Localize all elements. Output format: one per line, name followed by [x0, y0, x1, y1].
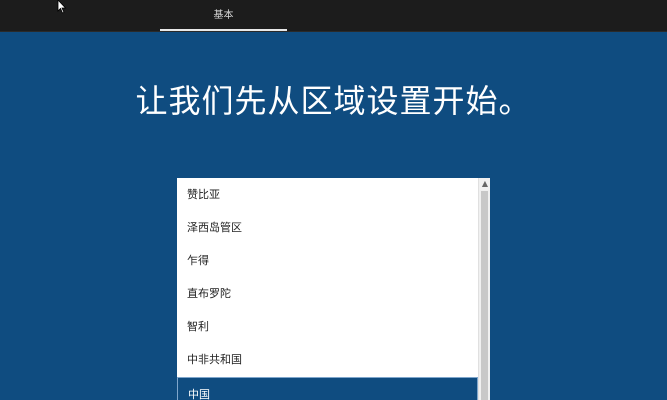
list-item-central-african-republic[interactable]: 中非共和国 [177, 343, 478, 376]
list-item-china-selected[interactable]: 中国 [177, 377, 478, 400]
tab-basic[interactable]: 基本 [160, 0, 287, 31]
list-scrollbar[interactable]: ▲ [478, 178, 490, 400]
tab-active-indicator [160, 29, 287, 31]
region-list[interactable]: 赞比亚 泽西岛管区 乍得 直布罗陀 智利 中非共和国 中国 ▲ [177, 178, 490, 400]
list-item-jersey[interactable]: 泽西岛管区 [177, 211, 478, 244]
list-item-zambia[interactable]: 赞比亚 [177, 178, 478, 211]
list-item-chad[interactable]: 乍得 [177, 244, 478, 277]
list-item-chile[interactable]: 智利 [177, 310, 478, 343]
tab-basic-label: 基本 [213, 10, 234, 21]
scroll-up-arrow-icon[interactable]: ▲ [479, 178, 490, 190]
list-item-gibraltar[interactable]: 直布罗陀 [177, 277, 478, 310]
page-title: 让我们先从区域设置开始。 [135, 82, 532, 120]
scrollbar-thumb[interactable] [481, 191, 488, 400]
top-bar: 基本 [0, 0, 667, 32]
mouse-pointer-icon [57, 0, 67, 14]
